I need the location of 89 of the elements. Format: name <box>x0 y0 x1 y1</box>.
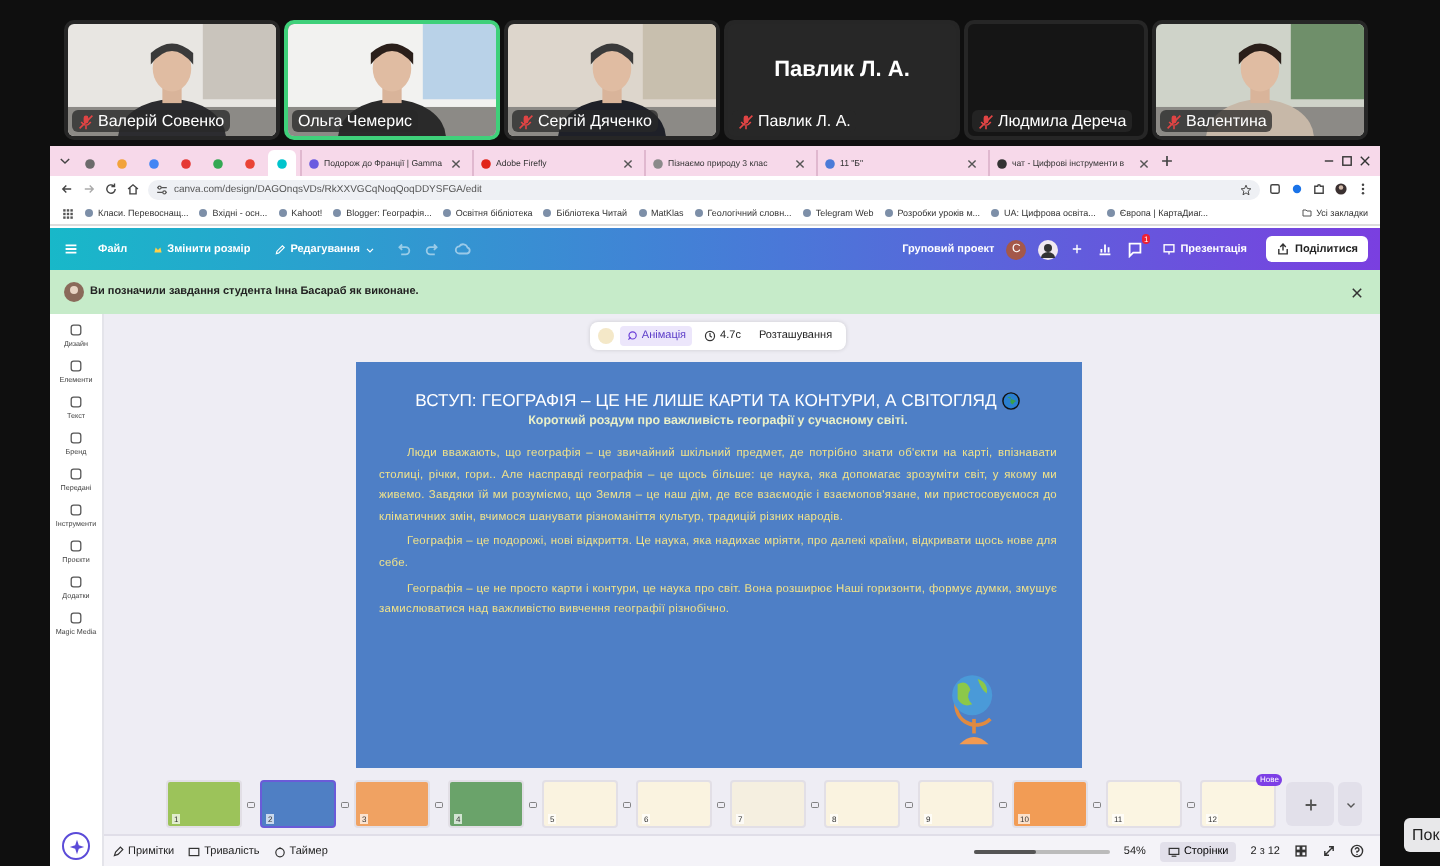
transition-icon[interactable] <box>904 799 914 809</box>
site-settings-icon[interactable] <box>156 183 168 195</box>
star-icon[interactable] <box>1240 183 1252 195</box>
sparkle-icon <box>67 837 85 855</box>
participant-name: Павлик Л. А. <box>758 112 851 130</box>
square-icon <box>67 358 84 374</box>
color-swatch[interactable] <box>597 328 614 344</box>
close-icon[interactable] <box>1358 154 1372 168</box>
bookmark-icon <box>637 208 648 218</box>
bookmark-icon <box>801 208 812 218</box>
participant-name: Валентина <box>1186 112 1267 130</box>
bookmark-icon <box>332 208 343 218</box>
close-icon[interactable] <box>1350 285 1364 299</box>
square-icon <box>68 322 84 338</box>
pencil-icon <box>112 845 124 857</box>
side-button[interactable]: Пок <box>1404 818 1440 852</box>
maximize-icon[interactable] <box>1340 154 1354 168</box>
close-icon[interactable] <box>794 157 806 169</box>
square-icon <box>67 574 84 590</box>
transition-icon[interactable] <box>998 799 1008 809</box>
pencil-icon <box>274 243 287 255</box>
bookmark-icon <box>1105 208 1116 218</box>
profile-avatar-icon[interactable] <box>1334 182 1348 196</box>
transition-icon[interactable] <box>716 799 726 809</box>
caret-icon <box>363 243 376 255</box>
close-icon[interactable] <box>450 157 462 169</box>
square-icon <box>68 538 84 554</box>
transition-icon[interactable] <box>246 799 256 809</box>
transition-icon[interactable] <box>434 799 444 809</box>
participant-name: Валерій Совенко <box>98 112 225 130</box>
reload-icon[interactable] <box>104 182 118 196</box>
participant-name: Павлик Л. А. <box>774 58 910 82</box>
upload-icon <box>1275 242 1290 256</box>
transition-icon[interactable] <box>528 799 538 809</box>
home-icon[interactable] <box>126 182 140 196</box>
folder-icon <box>1302 208 1313 218</box>
square-icon <box>68 430 84 446</box>
minimize-icon[interactable] <box>1322 154 1336 168</box>
menu-icon[interactable] <box>62 240 80 258</box>
user-avatar-icon <box>64 282 84 302</box>
bookmark-icon <box>198 208 209 218</box>
extension-icon[interactable] <box>1290 182 1304 196</box>
user-avatar-icon[interactable] <box>1038 239 1059 259</box>
bookmark-icon <box>990 208 1001 218</box>
monitor-icon <box>1167 845 1180 857</box>
bookmark-icon <box>441 208 452 218</box>
close-icon[interactable] <box>966 157 978 169</box>
clock-icon <box>704 330 717 342</box>
grid-view-icon[interactable] <box>1294 844 1308 858</box>
transition-icon[interactable] <box>622 799 632 809</box>
chevron-down-icon[interactable] <box>58 154 72 168</box>
transition-icon[interactable] <box>1186 799 1196 809</box>
bookmark-icon <box>84 208 94 218</box>
more-icon[interactable] <box>1356 182 1370 196</box>
apps-grid-icon[interactable] <box>62 207 74 219</box>
close-icon[interactable] <box>622 157 634 169</box>
bookmark-icon <box>542 208 553 218</box>
transition-icon[interactable] <box>810 799 820 809</box>
close-icon[interactable] <box>1138 157 1150 169</box>
bookmark-icon <box>693 208 704 218</box>
square-icon <box>67 466 84 482</box>
participant-name: Людмила Дереча <box>998 112 1127 130</box>
monitor-icon <box>1162 242 1177 256</box>
transition-icon[interactable] <box>340 799 350 809</box>
participant-name: Сергій Дяченко <box>538 112 652 130</box>
globe-icon <box>1002 391 1021 409</box>
back-icon[interactable] <box>60 182 74 196</box>
plus-icon[interactable] <box>1160 154 1174 168</box>
animation-icon <box>625 330 638 342</box>
bookmark-icon <box>277 208 288 218</box>
participant-name: Ольга Чемерис <box>298 112 413 130</box>
square-icon <box>68 394 84 410</box>
extensions-icon[interactable] <box>1268 182 1282 196</box>
plus-icon <box>1301 795 1319 813</box>
frame-icon <box>188 845 201 857</box>
crown-icon <box>151 243 164 255</box>
square-icon <box>68 502 84 518</box>
transition-icon[interactable] <box>1092 799 1102 809</box>
bookmark-icon <box>883 208 894 218</box>
slide-title: ВСТУП: ГЕОГРАФІЯ – ЦЕ НЕ ЛИШЕ КАРТИ ТА КОНТУРИ, А СВІТОГЛЯД <box>415 390 997 410</box>
help-icon[interactable] <box>1350 844 1364 858</box>
chart-icon[interactable] <box>1096 240 1115 258</box>
puzzle-icon[interactable] <box>1312 182 1326 196</box>
fullscreen-icon[interactable] <box>1322 844 1336 858</box>
comment-icon[interactable] <box>1126 240 1145 258</box>
forward-icon[interactable] <box>82 182 96 196</box>
square-icon <box>68 610 84 626</box>
timer-icon <box>273 845 286 857</box>
magic-button[interactable] <box>62 832 90 860</box>
